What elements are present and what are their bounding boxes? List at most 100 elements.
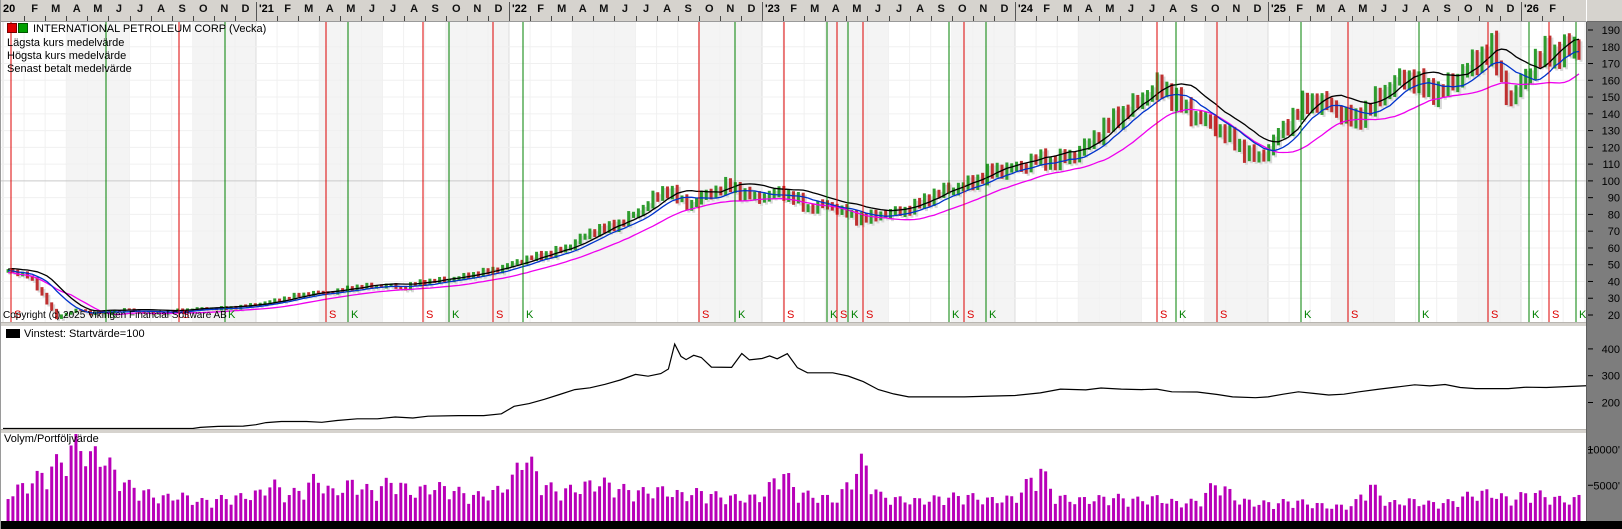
candle[interactable] <box>1233 127 1236 151</box>
candle[interactable] <box>462 273 465 279</box>
candle[interactable] <box>482 268 485 277</box>
candle[interactable] <box>632 212 635 218</box>
candle[interactable] <box>1282 121 1285 138</box>
candle[interactable] <box>661 186 664 201</box>
candle[interactable] <box>1030 154 1033 173</box>
candle[interactable] <box>467 272 470 278</box>
candle[interactable] <box>530 255 533 260</box>
candle[interactable] <box>996 163 999 178</box>
candle[interactable] <box>1122 106 1125 130</box>
candle[interactable] <box>773 189 776 199</box>
candle[interactable] <box>768 191 771 202</box>
candle[interactable] <box>1524 69 1527 89</box>
candle[interactable] <box>45 293 48 305</box>
candle[interactable] <box>981 173 984 184</box>
candle[interactable] <box>1558 42 1561 69</box>
candle[interactable] <box>584 234 587 240</box>
candle[interactable] <box>588 229 591 240</box>
candle[interactable] <box>365 283 368 289</box>
candle[interactable] <box>1514 85 1517 104</box>
candle[interactable] <box>1301 91 1304 120</box>
time-axis[interactable]: 20FMAMJJASOND'21FMAMJJASOND'22FMAMJJASON… <box>1 0 1586 22</box>
candle[interactable] <box>1398 68 1401 85</box>
candle[interactable] <box>1461 64 1464 87</box>
candle[interactable] <box>1059 149 1062 171</box>
candle[interactable] <box>1199 111 1202 124</box>
candle[interactable] <box>1209 114 1212 128</box>
candle[interactable] <box>1165 82 1168 98</box>
candle[interactable] <box>1073 152 1076 164</box>
candle[interactable] <box>656 192 659 202</box>
candle[interactable] <box>797 192 800 204</box>
candle[interactable] <box>1379 88 1382 107</box>
candle[interactable] <box>811 204 814 214</box>
candle[interactable] <box>1194 111 1197 125</box>
candle[interactable] <box>1466 63 1469 78</box>
candle[interactable] <box>1224 124 1227 143</box>
candle[interactable] <box>1519 74 1522 97</box>
candle[interactable] <box>1204 112 1207 126</box>
candle[interactable] <box>1083 138 1086 155</box>
candle[interactable] <box>1190 97 1193 126</box>
candle[interactable] <box>1238 139 1241 152</box>
candle[interactable] <box>41 287 44 295</box>
candle[interactable] <box>1384 85 1387 105</box>
candle[interactable] <box>297 293 300 297</box>
candle[interactable] <box>1262 150 1265 162</box>
candle[interactable] <box>1481 47 1484 74</box>
candle[interactable] <box>1170 83 1173 111</box>
candle[interactable] <box>1335 100 1338 117</box>
candle[interactable] <box>748 187 751 200</box>
candle[interactable] <box>1180 87 1183 112</box>
candle[interactable] <box>1306 93 1309 114</box>
candle[interactable] <box>1539 51 1542 67</box>
candle[interactable] <box>729 178 732 192</box>
candle[interactable] <box>1044 148 1047 170</box>
candle[interactable] <box>1330 98 1333 113</box>
candle[interactable] <box>1078 146 1081 163</box>
candle[interactable] <box>1267 144 1270 161</box>
candle[interactable] <box>438 277 441 283</box>
candle[interactable] <box>758 191 761 204</box>
candle[interactable] <box>821 199 824 208</box>
candle[interactable] <box>1490 33 1493 66</box>
candle[interactable] <box>1413 69 1416 93</box>
candle[interactable] <box>695 198 698 207</box>
candle[interactable] <box>1505 71 1508 106</box>
candle[interactable] <box>1316 93 1319 112</box>
candle[interactable] <box>918 198 921 209</box>
candle[interactable] <box>1296 109 1299 120</box>
candle[interactable] <box>1039 149 1042 165</box>
candle[interactable] <box>724 177 727 196</box>
candle[interactable] <box>598 224 601 237</box>
candle[interactable] <box>1161 75 1164 100</box>
candle[interactable] <box>516 259 519 265</box>
candle[interactable] <box>1476 50 1479 75</box>
candle[interactable] <box>239 305 242 310</box>
candle[interactable] <box>627 211 630 226</box>
candle[interactable] <box>967 175 970 189</box>
candle[interactable] <box>1185 100 1188 114</box>
candle[interactable] <box>1107 118 1110 133</box>
candle[interactable] <box>1578 39 1581 59</box>
candle[interactable] <box>651 191 654 209</box>
candle[interactable] <box>647 201 650 211</box>
candle[interactable] <box>1500 60 1503 82</box>
candle[interactable] <box>603 224 606 233</box>
candle[interactable] <box>1257 151 1260 162</box>
candle[interactable] <box>1403 70 1406 90</box>
candle[interactable] <box>1432 78 1435 105</box>
candle[interactable] <box>1102 118 1105 146</box>
candle[interactable] <box>16 270 19 277</box>
candle[interactable] <box>1287 119 1290 136</box>
candle[interactable] <box>1272 135 1275 156</box>
candle[interactable] <box>1136 95 1139 109</box>
candle[interactable] <box>1141 92 1144 109</box>
candle[interactable] <box>763 193 766 202</box>
candle[interactable] <box>1010 163 1013 172</box>
candle[interactable] <box>792 191 795 205</box>
candle[interactable] <box>1364 101 1367 128</box>
candle[interactable] <box>613 220 616 231</box>
candle[interactable] <box>593 229 596 237</box>
candle[interactable] <box>923 193 926 209</box>
